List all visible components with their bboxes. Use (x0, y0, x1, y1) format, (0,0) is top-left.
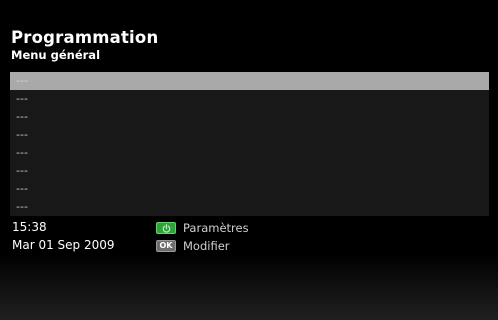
list-item[interactable]: --- (10, 90, 489, 108)
list-item[interactable]: --- (10, 144, 489, 162)
list-item[interactable]: --- (10, 198, 489, 216)
clock-date: Mar 01 Sep 2009 (12, 238, 115, 252)
programme-list: --- --- --- --- --- --- --- --- (10, 72, 489, 216)
list-item[interactable]: --- (10, 108, 489, 126)
page-subtitle: Menu général (11, 48, 101, 62)
modifier-label: Modifier (183, 239, 230, 253)
list-item[interactable]: --- (10, 126, 489, 144)
list-item[interactable]: --- (10, 180, 489, 198)
list-item[interactable]: --- (10, 162, 489, 180)
ok-key-badge[interactable]: OK (156, 240, 176, 252)
tv-menu-screen: Programmation Menu général --- --- --- -… (0, 0, 498, 320)
green-key-badge[interactable] (156, 222, 176, 234)
power-icon (162, 224, 170, 233)
page-title: Programmation (11, 28, 159, 47)
clock-time: 15:38 (12, 220, 47, 234)
parametres-label: Paramètres (183, 221, 249, 235)
list-item[interactable]: --- (10, 72, 489, 90)
